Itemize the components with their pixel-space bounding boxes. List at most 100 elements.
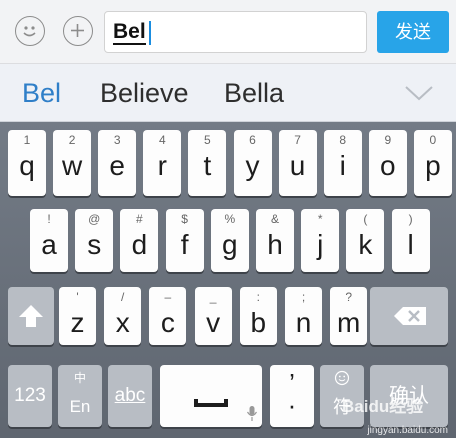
key-hint: 2 <box>68 133 76 147</box>
key-m[interactable]: ? m <box>330 287 368 345</box>
key-q[interactable]: 1q <box>8 130 46 196</box>
plus-icon <box>71 24 84 37</box>
key-letter: t <box>203 150 212 181</box>
key-hint: 6 <box>249 133 256 147</box>
key-hint: 7 <box>294 133 301 147</box>
backspace-icon <box>394 307 426 325</box>
key-letter: j <box>317 229 324 260</box>
send-button[interactable]: 发送 <box>377 11 449 53</box>
punctuation-key-bottom: · <box>287 390 297 420</box>
key-w[interactable]: 2w <box>53 130 92 196</box>
language-switch-key[interactable]: 中 En <box>58 365 102 427</box>
chevron-down-icon[interactable] <box>404 84 434 102</box>
shift-arrow-icon <box>19 305 43 327</box>
key-hint: ? <box>345 290 353 304</box>
abc-key[interactable]: abc <box>108 365 152 427</box>
key-l[interactable]: ) l <box>391 209 430 272</box>
key-hint: 4 <box>158 133 166 147</box>
smiley-icon <box>23 26 36 37</box>
key-s[interactable]: @ s <box>75 209 114 272</box>
key-letter: i <box>339 150 346 181</box>
key-u[interactable]: 7u <box>278 130 317 196</box>
add-button[interactable] <box>63 16 93 46</box>
key-e[interactable]: 3e <box>98 130 137 196</box>
abc-key-label: abc <box>114 385 146 406</box>
key-hint: ; <box>301 290 306 304</box>
key-j[interactable]: * j <box>301 209 340 272</box>
key-letter: l <box>407 229 414 260</box>
key-d[interactable]: # d <box>120 209 159 272</box>
key-z[interactable]: ' z <box>59 287 96 345</box>
key-hint: % <box>224 212 236 226</box>
emoticon-icon <box>334 370 350 386</box>
key-a[interactable]: ! a <box>30 209 68 272</box>
key-letter: h <box>267 229 283 260</box>
punctuation-key[interactable]: ’ · <box>270 365 314 427</box>
key-f[interactable]: $ f <box>165 209 204 272</box>
microphone-icon <box>246 406 258 421</box>
key-hint: $ <box>181 212 188 226</box>
emoji-button[interactable] <box>15 16 45 46</box>
key-g[interactable]: % g <box>210 209 249 272</box>
key-y[interactable]: 6y <box>233 130 272 196</box>
key-letter: y <box>245 150 260 181</box>
key-hint: ) <box>408 212 413 226</box>
language-key-top: 中 <box>73 371 86 385</box>
key-t[interactable]: 5t <box>188 130 227 196</box>
candidate-bar: Bel Believe Bella <box>0 64 456 122</box>
shift-key[interactable] <box>8 287 54 345</box>
key-n[interactable]: ; n <box>285 287 322 345</box>
key-x[interactable]: / x <box>104 287 142 345</box>
key-letter: c <box>160 307 175 338</box>
key-letter: f <box>180 229 189 260</box>
key-letter: x <box>115 307 130 338</box>
key-letter: q <box>19 150 35 181</box>
key-p[interactable]: 0p <box>413 130 452 196</box>
watermark-logo: Baidu经验 <box>342 397 424 416</box>
numbers-key[interactable]: 123 <box>8 365 52 427</box>
key-hint: # <box>136 212 143 226</box>
key-hint: ! <box>47 212 51 226</box>
watermark-url: jingyan.baidu.com <box>367 425 448 436</box>
key-letter: w <box>61 150 83 181</box>
key-i[interactable]: 8i <box>323 130 362 196</box>
space-key[interactable] <box>160 365 262 427</box>
key-letter: z <box>70 307 85 338</box>
key-hint: 0 <box>429 133 437 147</box>
key-letter: a <box>41 229 57 260</box>
key-hint: : <box>256 290 260 304</box>
input-text: Bel <box>113 20 146 45</box>
candidate-item[interactable]: Bella <box>224 77 284 109</box>
key-letter: u <box>289 150 306 181</box>
key-hint: 8 <box>339 133 347 147</box>
key-hint: @ <box>88 212 101 226</box>
key-letter: p <box>425 150 441 181</box>
message-composer: Bel 发送 <box>0 0 456 64</box>
key-v[interactable]: _ v <box>194 287 232 345</box>
text-caret <box>149 21 151 45</box>
candidate-item[interactable]: Believe <box>100 77 189 109</box>
key-hint: / <box>121 290 125 304</box>
key-hint: 1 <box>23 133 31 147</box>
key-hint: & <box>270 212 279 226</box>
key-letter: g <box>222 229 238 260</box>
key-c[interactable]: – c <box>149 287 187 345</box>
numbers-key-label: 123 <box>14 385 46 406</box>
key-hint: _ <box>209 290 217 304</box>
backspace-key[interactable] <box>370 287 448 345</box>
key-hint: 3 <box>113 133 121 147</box>
key-letter: v <box>206 307 221 338</box>
key-letter: d <box>131 229 148 260</box>
key-letter: o <box>380 150 396 181</box>
key-hint: * <box>317 212 323 226</box>
key-h[interactable]: & h <box>256 209 294 272</box>
key-b[interactable]: :b <box>239 287 277 345</box>
soft-keyboard: 1q2w3e4r5t6y7u8i9o0p ! a @ s # d $ f% g & h * j(k) l … <box>0 122 456 438</box>
key-r[interactable]: 4r <box>143 130 182 196</box>
key-o[interactable]: 9o <box>368 130 407 196</box>
language-key-bottom: En <box>69 397 91 416</box>
message-input[interactable]: Bel <box>104 11 367 53</box>
key-k[interactable]: (k <box>346 209 385 272</box>
candidate-item[interactable]: Bel <box>22 77 61 109</box>
key-letter: b <box>250 307 267 338</box>
